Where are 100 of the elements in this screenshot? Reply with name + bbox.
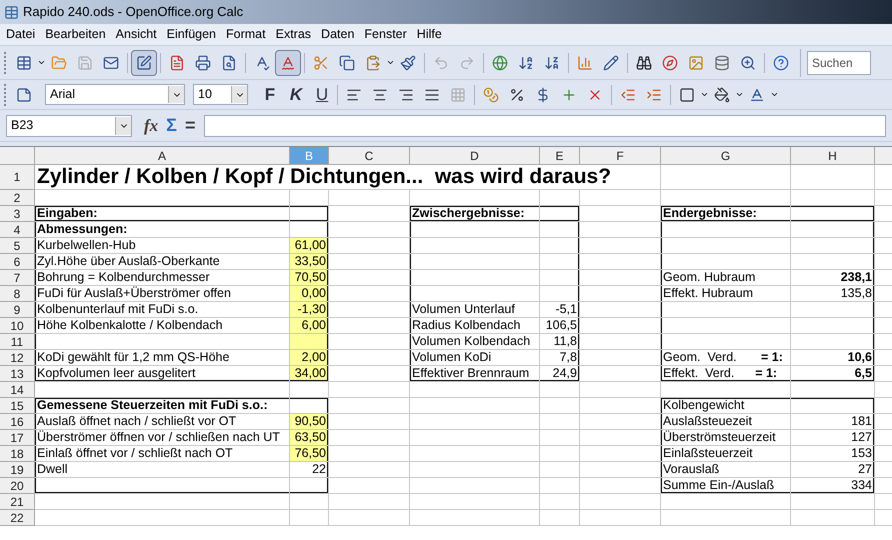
table-cell[interactable]	[329, 270, 410, 286]
row-header[interactable]: 11	[0, 334, 35, 350]
table-cell[interactable]	[410, 414, 540, 430]
table-cell[interactable]: 153	[791, 446, 875, 462]
column-header[interactable]: E	[540, 147, 580, 165]
row-header[interactable]: 20	[0, 478, 35, 494]
table-cell[interactable]: Gemessene Steuerzeiten mit FuDi s.o.:	[35, 398, 290, 414]
table-cell[interactable]: 61,00	[290, 238, 329, 254]
table-cell[interactable]	[329, 350, 410, 366]
table-cell[interactable]: Effekt. Verd. = 1:	[661, 366, 791, 382]
table-cell[interactable]: Zyl.Höhe über Auslaß-Oberkante	[35, 254, 290, 270]
table-cell[interactable]: Einlaßsteuerzeit	[661, 446, 791, 462]
table-cell[interactable]	[329, 398, 410, 414]
table-cell[interactable]	[791, 382, 875, 398]
search-field[interactable]: Suchen	[807, 50, 871, 74]
bold-button[interactable]: F	[258, 82, 282, 108]
table-cell[interactable]	[329, 430, 410, 446]
table-cell[interactable]	[540, 206, 580, 222]
table-cell[interactable]: 0,00	[290, 286, 329, 302]
row-header[interactable]: 14	[0, 382, 35, 398]
table-cell[interactable]	[290, 398, 329, 414]
italic-button[interactable]: K	[284, 82, 308, 108]
table-cell[interactable]	[580, 334, 661, 350]
row-header[interactable]: 10	[0, 318, 35, 334]
table-cell[interactable]	[290, 494, 329, 510]
menu-item[interactable]: Bearbeiten	[45, 25, 106, 44]
table-cell[interactable]	[540, 286, 580, 302]
table-cell[interactable]	[580, 286, 661, 302]
table-cell[interactable]	[35, 494, 290, 510]
menu-item[interactable]: Fenster	[364, 25, 407, 44]
table-cell[interactable]: 127	[791, 430, 875, 446]
table-cell[interactable]: Bohrung = Kolbendurchmesser	[35, 270, 290, 286]
table-cell[interactable]	[580, 446, 661, 462]
row-header[interactable]: 3	[0, 206, 35, 222]
table-cell[interactable]	[661, 165, 791, 190]
table-cell[interactable]: Überströmer öffnen vor / schließen nach UT	[35, 430, 290, 446]
table-cell[interactable]	[580, 430, 661, 446]
table-cell[interactable]	[410, 510, 540, 526]
table-cell[interactable]	[540, 190, 580, 206]
row-header[interactable]: 6	[0, 254, 35, 270]
row-header[interactable]: 17	[0, 430, 35, 446]
table-cell[interactable]	[410, 478, 540, 494]
table-cell[interactable]	[35, 190, 290, 206]
table-cell[interactable]: Überströmsteuerzeit	[661, 430, 791, 446]
table-cell[interactable]: 70,50	[290, 270, 329, 286]
table-cell[interactable]	[580, 398, 661, 414]
table-cell[interactable]: Volumen Unterlauf	[410, 302, 540, 318]
table-cell[interactable]	[580, 254, 661, 270]
table-cell[interactable]	[290, 478, 329, 494]
row-header[interactable]: 7	[0, 270, 35, 286]
table-cell[interactable]: FuDi für Auslaß+Überströmer offen	[35, 286, 290, 302]
menu-item[interactable]: Ansicht	[116, 25, 157, 44]
font-size-field[interactable]: 10	[193, 84, 248, 105]
table-cell[interactable]	[580, 270, 661, 286]
table-cell[interactable]: Endergebnisse:	[661, 206, 791, 222]
table-cell[interactable]: Summe Ein-/Auslaß	[661, 478, 791, 494]
auto-spellcheck-icon[interactable]	[275, 50, 301, 76]
row-header[interactable]: 13	[0, 366, 35, 382]
table-cell[interactable]	[410, 254, 540, 270]
table-cell[interactable]	[410, 398, 540, 414]
table-cell[interactable]: 63,50	[290, 430, 329, 446]
table-cell[interactable]	[329, 478, 410, 494]
table-cell[interactable]	[410, 190, 540, 206]
table-cell[interactable]	[580, 366, 661, 382]
row-header[interactable]: 8	[0, 286, 35, 302]
table-cell[interactable]	[791, 190, 875, 206]
column-header[interactable]: G	[661, 147, 791, 165]
table-cell[interactable]	[329, 414, 410, 430]
table-cell[interactable]	[540, 254, 580, 270]
table-cell[interactable]	[661, 318, 791, 334]
table-cell[interactable]	[540, 270, 580, 286]
equals-button[interactable]: =	[184, 112, 196, 139]
table-cell[interactable]	[580, 318, 661, 334]
table-cell[interactable]	[329, 190, 410, 206]
table-cell[interactable]	[410, 238, 540, 254]
table-cell[interactable]: 22	[290, 462, 329, 478]
table-cell[interactable]	[540, 446, 580, 462]
table-cell[interactable]	[661, 238, 791, 254]
table-cell[interactable]	[329, 318, 410, 334]
row-header[interactable]: 5	[0, 238, 35, 254]
table-cell[interactable]	[329, 222, 410, 238]
table-cell[interactable]	[35, 510, 290, 526]
table-cell[interactable]: 34,00	[290, 366, 329, 382]
table-cell[interactable]: 7,8	[540, 350, 580, 366]
table-cell[interactable]	[791, 254, 875, 270]
table-cell[interactable]	[329, 462, 410, 478]
table-cell[interactable]: Kolbengewicht	[661, 398, 791, 414]
table-cell[interactable]: Eingaben:	[35, 206, 290, 222]
table-cell[interactable]	[410, 430, 540, 446]
table-cell[interactable]	[410, 446, 540, 462]
table-cell[interactable]: Effekt. Hubraum	[661, 286, 791, 302]
column-header[interactable]: A	[35, 147, 290, 165]
row-header[interactable]: 1	[0, 165, 35, 190]
table-cell[interactable]: Volumen KoDi	[410, 350, 540, 366]
table-cell[interactable]: 33,50	[290, 254, 329, 270]
table-cell[interactable]: Radius Kolbendach	[410, 318, 540, 334]
table-cell[interactable]	[329, 366, 410, 382]
table-cell[interactable]	[791, 302, 875, 318]
table-cell[interactable]: Vorauslaß	[661, 462, 791, 478]
table-cell[interactable]: 11,8	[540, 334, 580, 350]
